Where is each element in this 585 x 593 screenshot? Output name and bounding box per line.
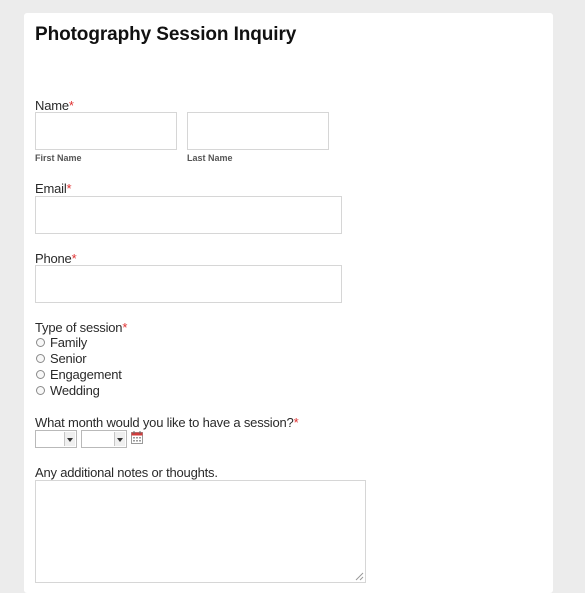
first-name-sublabel: First Name: [35, 153, 82, 163]
chevron-down-icon[interactable]: [64, 432, 75, 446]
radio-button[interactable]: [36, 353, 45, 363]
last-name-sublabel: Last Name: [187, 153, 233, 163]
year-select[interactable]: [81, 430, 127, 448]
month-select[interactable]: [35, 430, 77, 448]
resize-grip-icon[interactable]: [355, 572, 364, 581]
calendar-icon[interactable]: [131, 431, 143, 444]
form-title: Photography Session Inquiry: [35, 24, 297, 45]
email-input[interactable]: [35, 196, 342, 234]
required-mark: *: [293, 415, 299, 430]
required-mark: *: [66, 181, 72, 196]
session-month-label: What month would you like to have a sess…: [35, 415, 299, 430]
notes-label: Any additional notes or thoughts.: [35, 465, 218, 480]
radio-option-engagement[interactable]: Engagement: [35, 366, 122, 382]
radio-option-senior[interactable]: Senior: [35, 350, 87, 366]
phone-input[interactable]: [35, 265, 342, 303]
email-label: Email*: [35, 181, 72, 196]
form-card: Photography Session Inquiry Name* First …: [24, 13, 553, 593]
required-mark: *: [68, 98, 74, 113]
chevron-down-icon[interactable]: [114, 432, 125, 446]
radio-option-family[interactable]: Family: [35, 334, 87, 350]
radio-label: Wedding: [50, 382, 100, 398]
email-label-text: Email: [35, 181, 67, 196]
first-name-input[interactable]: [35, 112, 177, 150]
phone-label: Phone*: [35, 251, 77, 266]
radio-button[interactable]: [36, 369, 45, 379]
name-label: Name*: [35, 98, 74, 113]
required-mark: *: [122, 320, 128, 335]
radio-option-wedding[interactable]: Wedding: [35, 382, 100, 398]
name-label-text: Name: [35, 98, 69, 113]
radio-label: Senior: [50, 350, 87, 366]
required-mark: *: [71, 251, 77, 266]
radio-button[interactable]: [36, 337, 45, 347]
session-month-label-text: What month would you like to have a sess…: [35, 415, 294, 430]
radio-button[interactable]: [36, 385, 45, 395]
radio-label: Engagement: [50, 366, 122, 382]
last-name-input[interactable]: [187, 112, 329, 150]
phone-label-text: Phone: [35, 251, 72, 266]
session-type-label-text: Type of session: [35, 320, 123, 335]
session-type-label: Type of session*: [35, 320, 127, 335]
notes-textarea[interactable]: [35, 480, 366, 583]
radio-label: Family: [50, 334, 88, 350]
